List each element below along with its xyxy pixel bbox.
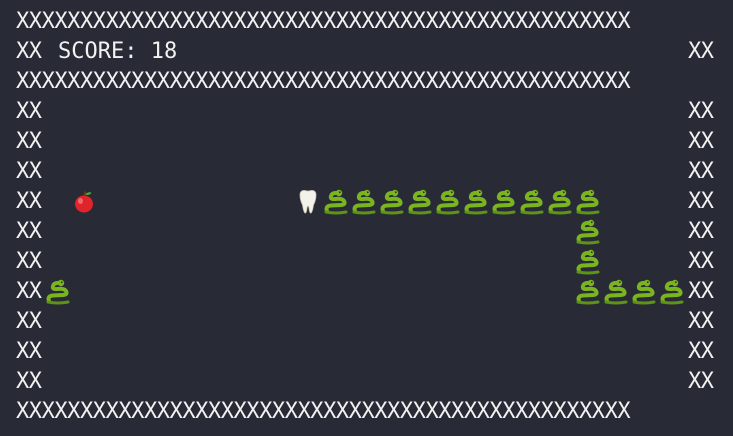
snake-icon (462, 187, 490, 217)
wall-right: XX (688, 309, 714, 334)
wall-left-score: XX (16, 39, 42, 64)
snake-icon (658, 277, 686, 307)
score-separator-border: XXXXXXXXXXXXXXXXXXXXXXXXXXXXXXXXXXXXXXXX… (16, 69, 631, 94)
snake-icon (350, 187, 378, 217)
wall-left: XX (16, 219, 42, 244)
snake-icon (44, 277, 72, 307)
wall-right: XX (688, 219, 714, 244)
wall-right: XX (688, 159, 714, 184)
wall-left: XX (16, 129, 42, 154)
wall-left: XX (16, 159, 42, 184)
red-apple-icon (70, 187, 98, 217)
snake-icon (574, 217, 602, 247)
wall-right: XX (688, 249, 714, 274)
snake-icon (322, 187, 350, 217)
wall-right: XX (688, 369, 714, 394)
wall-left: XX (16, 339, 42, 364)
snake-icon (574, 247, 602, 277)
bottom-border: XXXXXXXXXXXXXXXXXXXXXXXXXXXXXXXXXXXXXXXX… (16, 399, 631, 424)
snake-icon (574, 187, 602, 217)
snake-icon (602, 277, 630, 307)
score-label: SCORE: 18 (58, 39, 178, 64)
snake-icon (378, 187, 406, 217)
tooth-icon (294, 187, 322, 217)
wall-left: XX (16, 99, 42, 124)
snake-icon (490, 187, 518, 217)
wall-right: XX (688, 129, 714, 154)
wall-right: XX (688, 189, 714, 214)
snake-icon (406, 187, 434, 217)
wall-right: XX (688, 339, 714, 364)
snake-icon (546, 187, 574, 217)
wall-right: XX (688, 99, 714, 124)
wall-left: XX (16, 279, 42, 304)
wall-left: XX (16, 369, 42, 394)
snake-icon (518, 187, 546, 217)
wall-right-score: XX (688, 39, 714, 64)
snake-icon (434, 187, 462, 217)
snake-icon (574, 277, 602, 307)
wall-left: XX (16, 309, 42, 334)
wall-left: XX (16, 189, 42, 214)
wall-right: XX (688, 279, 714, 304)
top-border: XXXXXXXXXXXXXXXXXXXXXXXXXXXXXXXXXXXXXXXX… (16, 9, 631, 34)
game-screen: XX XX XX XX XX XX XX XX XX XX XX XX XX XX XX XX XX XX XX XX… (0, 0, 733, 436)
snake-icon (630, 277, 658, 307)
wall-left: XX (16, 249, 42, 274)
